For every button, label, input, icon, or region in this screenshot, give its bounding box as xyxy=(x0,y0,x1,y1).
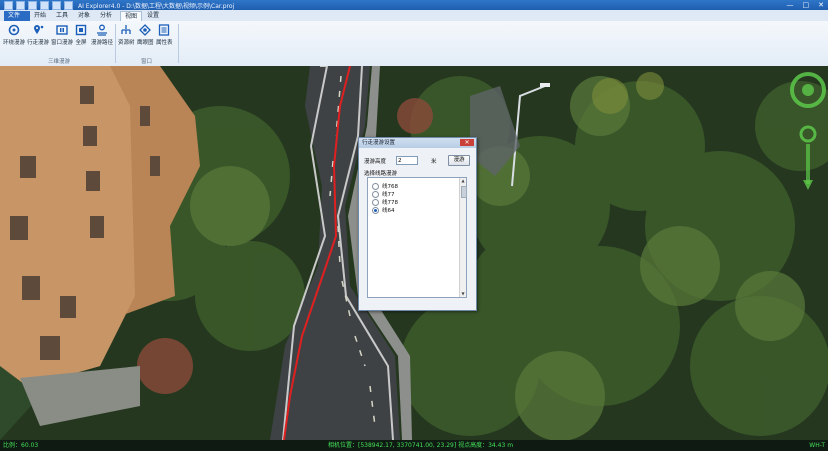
walk-roam-button[interactable]: 行走漫游 xyxy=(27,24,49,46)
tab-settings[interactable]: 设置 xyxy=(143,11,163,21)
roam-path-button[interactable]: 漫游路径 xyxy=(91,24,113,46)
route-option-label: 线768 xyxy=(382,184,398,190)
list-scrollbar[interactable]: ▲ ▼ xyxy=(459,178,467,297)
redo-icon[interactable] xyxy=(64,1,73,10)
minimize-button[interactable]: — xyxy=(787,1,794,9)
window-controls: — □ ✕ xyxy=(787,1,825,9)
window-title: AI Explorer4.0 - D:\数据\工程\大数据\视频\示例\Car.… xyxy=(78,3,235,10)
height-input[interactable] xyxy=(396,156,418,165)
route-option[interactable]: 线768 xyxy=(372,182,398,190)
attribute-table-button[interactable]: 属性表 xyxy=(156,24,173,46)
radio-icon xyxy=(372,182,379,190)
radio-icon xyxy=(372,190,379,198)
resource-tree-icon xyxy=(121,25,131,34)
quick-access-toolbar xyxy=(4,1,73,10)
fullscreen-icon xyxy=(75,24,87,36)
tab-objects[interactable]: 对象 xyxy=(74,11,94,21)
ribbon-separator xyxy=(178,24,179,63)
dialog-close-button[interactable]: ✕ xyxy=(460,139,474,146)
close-button[interactable]: ✕ xyxy=(818,1,824,9)
tab-home[interactable]: 开始 xyxy=(30,11,50,21)
group-label-3d-roam: 三维漫游 xyxy=(48,59,71,65)
route-option-label: 线77 xyxy=(382,192,395,198)
group-label-window: 窗口 xyxy=(141,59,153,65)
maximize-button[interactable]: □ xyxy=(803,1,810,9)
scroll-down-icon[interactable]: ▼ xyxy=(460,291,466,296)
app-menu-icon[interactable] xyxy=(4,1,13,10)
status-bar: 比例：60.03 相机位置：[538942.17, 3370741.00, 23… xyxy=(0,440,828,451)
resource-tree-button[interactable]: 资源树 xyxy=(118,24,135,46)
window-roam-label: 窗口漫游 xyxy=(51,40,74,46)
undo-icon[interactable] xyxy=(52,1,61,10)
scroll-thumb[interactable] xyxy=(461,186,467,198)
new-icon[interactable] xyxy=(16,1,25,10)
route-option[interactable]: 线778 xyxy=(372,198,398,206)
route-option[interactable]: 线64 xyxy=(372,206,395,214)
eagle-eye-icon xyxy=(139,24,152,36)
fullscreen-label: 全屏 xyxy=(75,40,87,46)
dialog-titlebar[interactable]: 行走漫游设置 ✕ xyxy=(359,138,476,148)
attribute-table-icon xyxy=(159,24,170,36)
height-label: 漫游高度 xyxy=(364,159,387,165)
roam-path-label: 漫游路径 xyxy=(91,40,114,46)
route-option-label: 线64 xyxy=(382,208,395,214)
navigation-compass[interactable] xyxy=(788,72,828,202)
orbit-roam-button[interactable]: 环绕漫游 xyxy=(3,24,25,46)
fullscreen-button[interactable]: 全屏 xyxy=(75,24,87,46)
status-right-text: WH-T xyxy=(809,442,825,449)
scroll-up-icon[interactable]: ▲ xyxy=(460,178,466,183)
eagle-eye-label: 鹰眼图 xyxy=(137,40,154,46)
ribbon-separator xyxy=(115,24,116,63)
route-option-label: 线778 xyxy=(382,200,398,206)
camera-position-readout: 相机位置：[538942.17, 3370741.00, 23.29] 视点高度… xyxy=(328,442,514,449)
height-unit: 米 xyxy=(431,159,437,165)
walk-roam-settings-dialog: 行走漫游设置 ✕ 漫游高度 米 漫游 选择线路漫游 线768 线77 线778 … xyxy=(358,137,477,311)
resource-tree-label: 资源树 xyxy=(118,40,135,46)
walk-roam-label: 行走漫游 xyxy=(27,40,50,46)
orbit-roam-label: 环绕漫游 xyxy=(3,40,26,46)
eagle-eye-button[interactable]: 鹰眼图 xyxy=(137,24,154,46)
ribbon: 环绕漫游 行走漫游 窗口漫游 全屏 漫游路径 资源树 鹰眼图 属性表 三维漫游 … xyxy=(0,21,828,67)
radio-selected-icon xyxy=(372,206,379,214)
route-option[interactable]: 线77 xyxy=(372,190,395,198)
tab-file[interactable]: 文件 xyxy=(4,11,30,21)
scale-readout: 比例：60.03 xyxy=(3,442,39,449)
radio-icon xyxy=(372,198,379,206)
window-roam-button[interactable]: 窗口漫游 xyxy=(51,24,73,46)
dialog-title: 行走漫游设置 xyxy=(362,140,396,146)
save-icon[interactable] xyxy=(40,1,49,10)
window-roam-icon xyxy=(56,25,68,35)
attribute-table-label: 属性表 xyxy=(156,40,173,46)
title-bar: AI Explorer4.0 - D:\数据\工程\大数据\视频\示例\Car.… xyxy=(0,0,828,10)
route-list-label: 选择线路漫游 xyxy=(364,171,398,177)
tab-tools[interactable]: 工具 xyxy=(52,11,72,21)
roam-button[interactable]: 漫游 xyxy=(448,155,470,166)
tab-analysis[interactable]: 分析 xyxy=(96,11,116,21)
walk-roam-icon xyxy=(34,25,44,34)
roam-path-icon xyxy=(97,24,107,36)
route-list[interactable]: 线768 线77 线778 线64 ▲ ▼ xyxy=(367,177,467,298)
zoom-ring-icon xyxy=(799,125,817,143)
orbit-roam-icon xyxy=(8,24,20,36)
open-icon[interactable] xyxy=(28,1,37,10)
